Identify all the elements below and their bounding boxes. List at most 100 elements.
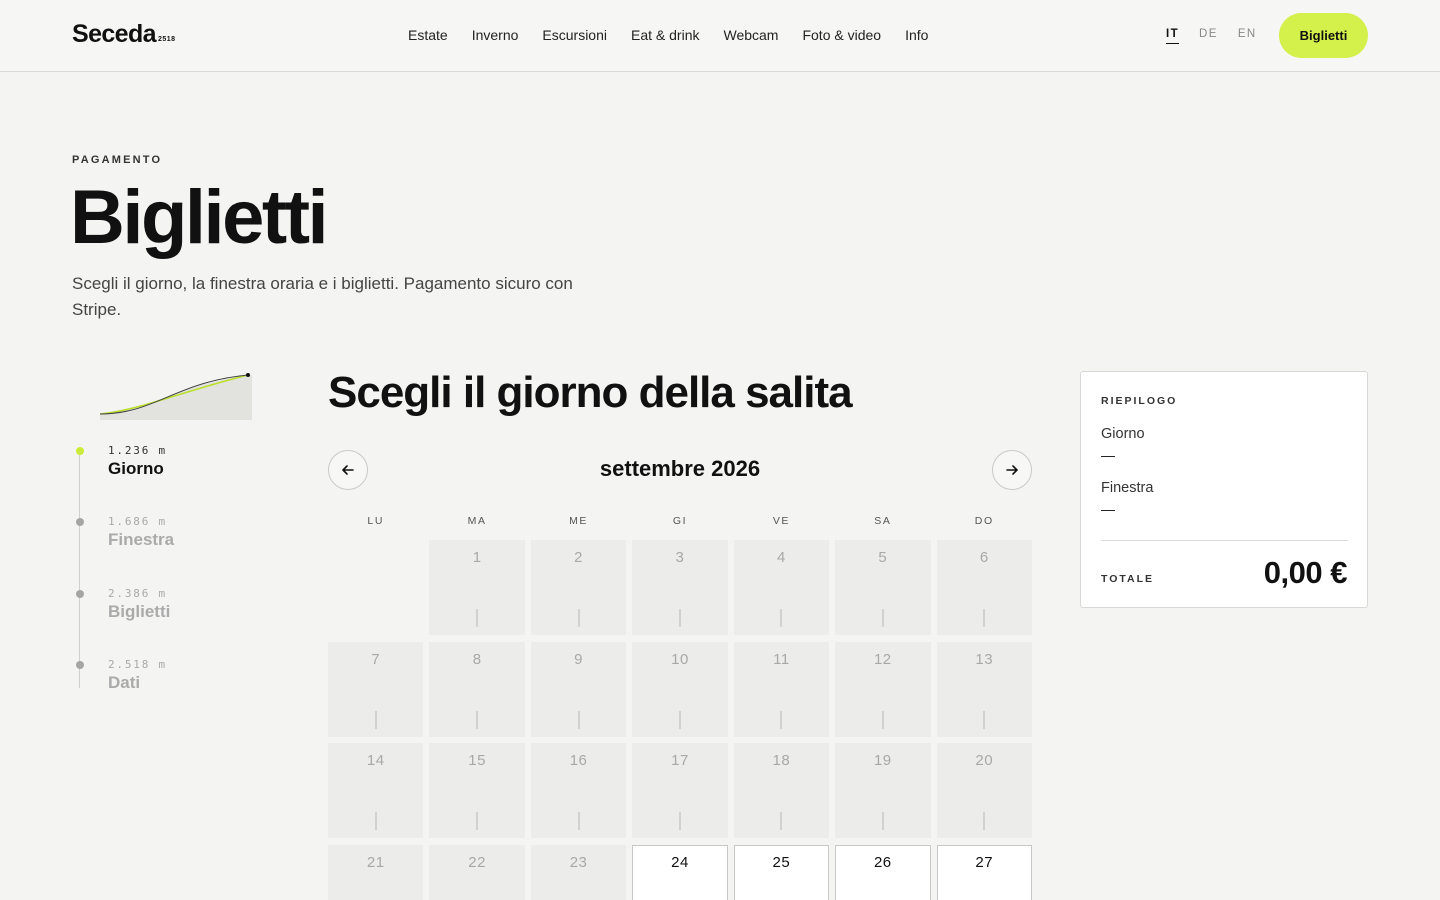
summary-day-label: Giorno (1101, 426, 1145, 442)
summary-divider (1101, 540, 1348, 541)
nav-eat-drink[interactable]: Eat & drink (631, 27, 699, 43)
prev-month-button[interactable] (328, 450, 368, 490)
arrow-right-icon (1006, 465, 1018, 475)
calendar-day-1: 1 (429, 540, 525, 635)
calendar-day-2: 2 (530, 540, 627, 635)
order-summary: RIEPILOGO Giorno — Finestra — TOTALE 0,0… (1080, 371, 1368, 608)
calendar-day-22: 22 (429, 844, 525, 900)
step-label: Biglietti (108, 602, 171, 621)
calendar-day-23: 23 (530, 844, 627, 900)
unavailable-marker (983, 710, 986, 729)
day-number: 22 (468, 853, 486, 871)
step-altitude: 2.518 m (108, 658, 167, 671)
day-number: 26 (873, 853, 892, 871)
day-number: 15 (468, 752, 486, 769)
calendar-day-27[interactable]: 27 (936, 844, 1032, 900)
calendar-empty-cell (328, 540, 423, 635)
lang-de[interactable]: DE (1199, 28, 1218, 44)
language-switcher: IT DE EN (1166, 28, 1257, 44)
day-number: 13 (975, 650, 994, 668)
day-number: 5 (878, 549, 888, 566)
day-number: 7 (371, 650, 381, 668)
weekday-do: DO (974, 515, 994, 527)
nav-inverno[interactable]: Inverno (472, 27, 519, 43)
lang-it[interactable]: IT (1166, 28, 1180, 44)
unavailable-marker (983, 609, 986, 627)
calendar-day-15: 15 (429, 743, 525, 838)
calendar-day-3: 3 (632, 540, 728, 635)
summary-heading: RIEPILOGO (1101, 395, 1178, 407)
unavailable-marker (577, 609, 580, 627)
calendar-day-6: 6 (936, 540, 1032, 635)
unavailable-marker (780, 812, 783, 830)
day-number: 27 (975, 853, 994, 871)
unavailable-marker (780, 710, 783, 729)
unavailable-marker (881, 609, 884, 627)
day-number: 9 (574, 650, 583, 668)
page-eyebrow: PAGAMENTO (72, 154, 163, 166)
weekday-sa: SA (874, 515, 892, 527)
calendar-day-26[interactable]: 26 (835, 844, 931, 900)
step-dot (76, 590, 84, 598)
month-label: settembre 2026 (599, 456, 761, 481)
page-title: Biglietti (70, 175, 329, 260)
weekday-ma: MA (467, 515, 487, 527)
calendar-day-4: 4 (733, 540, 830, 635)
next-month-button[interactable] (992, 450, 1032, 490)
site-header: Seceda 2518 Estate Inverno Escursioni Eat… (0, 0, 1440, 72)
step-label: Giorno (108, 459, 164, 478)
day-number: 25 (772, 853, 791, 871)
calendar-day-16: 16 (530, 743, 627, 838)
nav-info[interactable]: Info (905, 27, 928, 43)
calendar-title: Scegli il giorno della salita (328, 368, 853, 417)
unavailable-marker (678, 812, 681, 830)
nav-webcam[interactable]: Webcam (723, 27, 778, 43)
tickets-button[interactable]: Biglietti (1279, 13, 1368, 58)
day-number: 12 (873, 650, 892, 668)
nav-foto-video[interactable]: Foto & video (802, 27, 881, 43)
day-number: 2 (574, 549, 583, 566)
page-intro: Scegli il giorno, la finestra oraria e i… (72, 274, 573, 319)
day-number: 11 (773, 650, 790, 668)
calendar-day-17: 17 (632, 743, 728, 838)
calendar-day-25[interactable]: 25 (733, 844, 830, 900)
calendar-day-13: 13 (936, 641, 1032, 737)
step-altitude: 1.686 m (108, 515, 167, 528)
calendar-day-18: 18 (733, 743, 830, 838)
calendar-day-9: 9 (530, 641, 627, 737)
step-label: Dati (108, 673, 141, 692)
day-number: 6 (979, 549, 989, 566)
weekday-header: LU MA ME GI VE SA DO (328, 515, 1032, 527)
summary-total-value: 0,00 € (1263, 555, 1348, 590)
day-number: 3 (675, 549, 685, 566)
day-number: 1 (472, 549, 482, 566)
day-number: 16 (569, 752, 588, 769)
day-number: 10 (671, 650, 689, 668)
unavailable-marker (476, 710, 479, 729)
unavailable-marker (881, 710, 884, 729)
logo[interactable]: Seceda 2518 (72, 20, 176, 49)
unavailable-marker (678, 710, 681, 729)
lang-en[interactable]: EN (1238, 28, 1257, 44)
unavailable-marker (577, 710, 580, 729)
stepper-line (79, 452, 80, 688)
logo-altitude: 2518 (157, 36, 176, 43)
calendar-day-24[interactable]: 24 (632, 844, 728, 900)
day-number: 17 (671, 752, 689, 769)
calendar-day-10: 10 (632, 641, 728, 737)
step-dot (76, 661, 84, 669)
calendar-day-7: 7 (328, 641, 424, 737)
unavailable-marker (678, 609, 681, 627)
calendar-day-12: 12 (835, 641, 931, 737)
weekday-lu: LU (367, 515, 385, 527)
nav-estate[interactable]: Estate (408, 27, 448, 43)
nav-escursioni[interactable]: Escursioni (542, 27, 607, 43)
day-number: 24 (671, 853, 689, 871)
day-number: 18 (772, 752, 791, 769)
unavailable-marker (374, 710, 377, 729)
calendar-day-19: 19 (835, 743, 931, 838)
summary-total-label: TOTALE (1101, 573, 1155, 585)
calendar-day-11: 11 (733, 641, 830, 737)
step-altitude: 1.236 m (108, 444, 167, 457)
unavailable-marker (577, 812, 580, 830)
